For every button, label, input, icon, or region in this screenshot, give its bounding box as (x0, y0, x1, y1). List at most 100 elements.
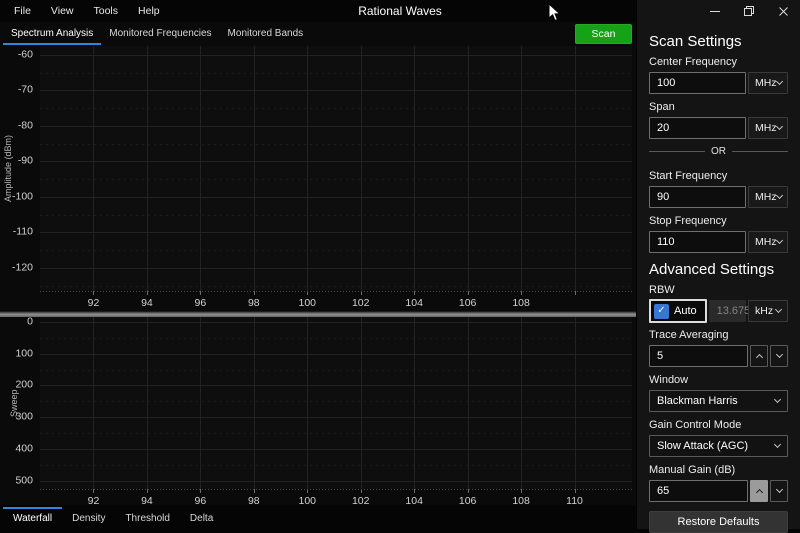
start-frequency-unit-select[interactable]: MHz (748, 186, 788, 208)
or-label: OR (711, 146, 726, 157)
y-gridline (40, 90, 632, 92)
menu-bar: File View Tools Help (4, 0, 170, 22)
trace-averaging-label: Trace Averaging (649, 329, 729, 341)
center-frequency-label: Center Frequency (649, 56, 738, 68)
x-gridline (467, 317, 469, 489)
menu-file[interactable]: File (4, 0, 41, 22)
spectrum-plot: -60 -70 -80 -90 -100 -110 -120 92 94 96 98 100 102 10… (12, 46, 632, 309)
chevron-down-icon (775, 236, 783, 245)
x-major-tick (93, 489, 95, 493)
tab-delta[interactable]: Delta (180, 505, 223, 529)
x-major-tick (414, 291, 416, 295)
y-tick-label: -120 (11, 261, 33, 274)
x-major-tick (253, 489, 255, 493)
minimize-icon (710, 11, 720, 12)
trace-averaging-increment-button[interactable] (750, 345, 768, 367)
gain-control-mode-label: Gain Control Mode (649, 419, 742, 431)
y-tick-label: 200 (15, 378, 33, 391)
chevron-down-icon (773, 440, 782, 449)
minimize-button[interactable] (698, 0, 732, 22)
gain-control-mode-select[interactable]: Slow Attack (AGC) (649, 435, 788, 457)
center-frequency-unit-select[interactable]: MHz (748, 72, 788, 94)
amplitude-axis-label: Amplitude (dBm) (3, 134, 13, 203)
restore-defaults-button[interactable]: Restore Defaults (649, 511, 788, 533)
y-minor-gridline (40, 369, 632, 371)
y-minor-gridline (40, 214, 632, 216)
y-gridline (40, 267, 632, 269)
tab-monitored-frequencies[interactable]: Monitored Frequencies (101, 22, 219, 46)
y-tick-label: -90 (17, 154, 33, 167)
y-tick-label: -60 (17, 48, 33, 61)
x-major-tick (467, 291, 469, 295)
x-gridline (414, 317, 416, 489)
x-tick-label: 92 (87, 297, 100, 309)
rbw-auto-checkbox[interactable]: ✓ Auto (649, 299, 707, 323)
y-minor-gridline (40, 433, 632, 435)
gain-control-mode-field: Gain Control Mode Slow Attack (AGC) (649, 419, 788, 457)
y-minor-gridline (40, 72, 632, 74)
chevron-up-icon (755, 488, 763, 497)
tab-spectrum-analysis[interactable]: Spectrum Analysis (3, 22, 102, 46)
restore-button[interactable] (732, 0, 766, 22)
y-gridline (40, 161, 632, 163)
chevron-down-icon (774, 305, 783, 314)
manual-gain-label: Manual Gain (dB) (649, 464, 736, 476)
x-major-tick (200, 291, 202, 295)
y-tick-label: 300 (15, 410, 33, 423)
x-gridline (574, 46, 576, 291)
scan-button[interactable]: Scan (575, 24, 632, 44)
menu-help[interactable]: Help (128, 0, 170, 22)
manual-gain-increment-button[interactable] (750, 480, 768, 502)
bottom-tab-strip: Waterfall Density Threshold Delta (0, 505, 636, 529)
y-gridline (40, 125, 632, 127)
x-major-tick (253, 291, 255, 295)
advanced-settings-title: Advanced Settings (649, 261, 775, 278)
span-label: Span (649, 101, 675, 113)
x-gridline (574, 317, 576, 489)
x-gridline (253, 317, 255, 489)
title-bar: File View Tools Help Rational Waves (0, 0, 800, 22)
trace-averaging-decrement-button[interactable] (770, 345, 788, 367)
y-tick-label: -80 (17, 119, 33, 132)
tab-threshold[interactable]: Threshold (115, 505, 179, 529)
start-frequency-label: Start Frequency (649, 170, 728, 182)
window-select[interactable]: Blackman Harris (649, 390, 788, 412)
start-frequency-input[interactable]: 90 (649, 186, 746, 208)
x-major-tick (360, 291, 362, 295)
trace-averaging-input[interactable]: 5 (649, 345, 748, 367)
gain-control-mode-value: Slow Attack (AGC) (657, 440, 749, 452)
y-gridline (40, 353, 632, 355)
stop-frequency-input[interactable]: 110 (649, 231, 746, 253)
manual-gain-input[interactable]: 65 (649, 480, 748, 502)
chevron-down-icon (775, 350, 783, 359)
y-gridline (40, 417, 632, 419)
x-gridline (360, 46, 362, 291)
x-gridline (253, 46, 255, 291)
tab-waterfall[interactable]: Waterfall (3, 505, 63, 529)
manual-gain-decrement-button[interactable] (770, 480, 788, 502)
span-input[interactable]: 20 (649, 117, 746, 139)
x-gridline (467, 46, 469, 291)
unit-value: MHz (755, 236, 777, 248)
menu-view[interactable]: View (41, 0, 84, 22)
rbw-unit-select[interactable]: kHz (748, 300, 788, 322)
y-gridline (40, 54, 632, 56)
menu-tools[interactable]: Tools (84, 0, 129, 22)
close-button[interactable] (766, 0, 800, 22)
trace-averaging-field: Trace Averaging 5 (649, 329, 788, 367)
waterfall-plot: 0 100 200 300 400 500 92 94 96 98 100 102 104 106 108 1… (15, 315, 632, 507)
window-select-value: Blackman Harris (657, 395, 738, 407)
tab-monitored-bands[interactable]: Monitored Bands (220, 22, 312, 46)
x-tick-label: 106 (458, 297, 477, 309)
stop-frequency-unit-select[interactable]: MHz (748, 231, 788, 253)
manual-gain-field: Manual Gain (dB) 65 (649, 464, 788, 502)
center-frequency-input[interactable]: 100 (649, 72, 746, 94)
y-tick-label: 500 (15, 474, 33, 487)
x-gridline (146, 317, 148, 489)
center-frequency-field: Center Frequency 100 MHz (649, 56, 788, 94)
tab-density[interactable]: Density (62, 505, 115, 529)
span-unit-select[interactable]: MHz (748, 117, 788, 139)
chevron-down-icon (775, 122, 783, 131)
x-major-tick (521, 291, 523, 295)
window-field: Window Blackman Harris (649, 374, 788, 412)
